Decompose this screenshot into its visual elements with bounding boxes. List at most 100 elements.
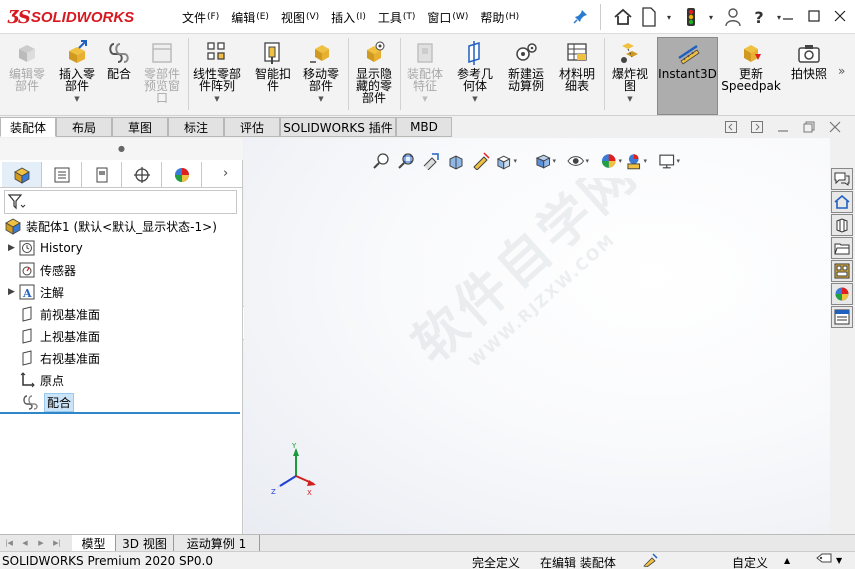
- solidworks-logo[interactable]: ƷS SOLIDWORKS: [8, 7, 134, 28]
- custom-properties-tab[interactable]: [831, 306, 853, 328]
- dropdown-arrow-icon[interactable]: ▾: [552, 157, 556, 165]
- tab-evaluate[interactable]: 评估: [224, 117, 280, 137]
- tree-item-mates[interactable]: 配合: [22, 392, 75, 412]
- tab-display-manager[interactable]: [162, 162, 202, 187]
- smart-fasteners-button[interactable]: 智能扣 件: [250, 36, 296, 116]
- traffic-light-icon[interactable]: [680, 6, 702, 28]
- tag-dropdown-icon[interactable]: ▼: [836, 556, 842, 565]
- tab-property-manager[interactable]: [42, 162, 82, 187]
- dropdown-arrow-icon[interactable]: ▼: [627, 95, 632, 103]
- hide-show-items-button[interactable]: ▾: [567, 151, 589, 171]
- new-document-icon[interactable]: [638, 6, 660, 28]
- apply-scene-button[interactable]: ▾: [625, 151, 647, 171]
- prev-tab-icon[interactable]: ◀: [18, 537, 32, 549]
- help-icon[interactable]: ?: [748, 6, 770, 28]
- tab-dimxpert-manager[interactable]: [122, 162, 162, 187]
- menu-tools[interactable]: 工具 (T): [372, 0, 422, 34]
- menu-help[interactable]: 帮助 (H): [474, 0, 525, 34]
- move-component-button[interactable]: 移动零 部件 ▼: [298, 36, 344, 116]
- previous-view-icon[interactable]: [720, 118, 742, 136]
- tree-item-annotations[interactable]: ▶ A 注解: [8, 282, 64, 302]
- linear-pattern-button[interactable]: 线性零部 件阵列 ▼: [190, 36, 244, 116]
- tree-item-sensors[interactable]: 传感器: [18, 260, 76, 280]
- user-icon[interactable]: [722, 6, 744, 28]
- edit-appearance-button[interactable]: ▾: [600, 151, 622, 171]
- dropdown-arrow-icon[interactable]: ▼: [318, 95, 323, 103]
- expand-arrow-icon[interactable]: ▶: [8, 287, 18, 297]
- units-dropdown-icon[interactable]: ▲: [784, 556, 790, 565]
- view-palette-tab[interactable]: [831, 260, 853, 282]
- tab-layout[interactable]: 布局: [56, 117, 112, 137]
- view-orientation-button[interactable]: ▾: [495, 151, 517, 171]
- expand-arrow-icon[interactable]: ▶: [8, 243, 18, 253]
- pin-menu-icon[interactable]: [573, 8, 589, 24]
- tree-root-assembly[interactable]: 装配体1 (默认<默认_显示状态-1>): [4, 216, 217, 236]
- next-tab-icon[interactable]: ▶: [34, 537, 48, 549]
- new-dropdown-icon[interactable]: ▾: [664, 6, 674, 28]
- tab-configuration-manager[interactable]: [82, 162, 122, 187]
- zoom-to-fit-button[interactable]: [370, 151, 392, 171]
- rebuild-dropdown-icon[interactable]: ▾: [706, 6, 716, 28]
- menu-view[interactable]: 视图 (V): [275, 0, 325, 34]
- tree-item-history[interactable]: ▶ History: [8, 238, 83, 258]
- dropdown-arrow-icon[interactable]: ▼: [214, 95, 219, 103]
- design-library-tab[interactable]: [831, 214, 853, 236]
- close-icon[interactable]: [827, 3, 853, 29]
- ribbon-more-icon[interactable]: »: [838, 64, 845, 78]
- tree-item-front-plane[interactable]: 前视基准面: [18, 304, 100, 324]
- exploded-view-button[interactable]: 爆炸视 图 ▼: [606, 36, 654, 116]
- next-view-icon[interactable]: [746, 118, 768, 136]
- dropdown-arrow-icon[interactable]: ▼: [422, 95, 427, 103]
- dropdown-arrow-icon[interactable]: ▼: [472, 95, 477, 103]
- panel-expand-icon[interactable]: ›: [223, 166, 228, 181]
- dropdown-arrow-icon[interactable]: ▾: [643, 157, 647, 165]
- tab-markup[interactable]: 标注: [168, 117, 224, 137]
- tree-item-top-plane[interactable]: 上视基准面: [18, 326, 100, 346]
- show-hidden-components-button[interactable]: 显示隐 藏的零 部件: [350, 36, 398, 116]
- minimize-icon[interactable]: [775, 3, 801, 29]
- display-style-button[interactable]: ▾: [534, 151, 556, 171]
- appearances-tab[interactable]: [831, 283, 853, 305]
- tree-filter[interactable]: [4, 190, 237, 214]
- reference-geometry-button[interactable]: 参考几 何体 ▼: [452, 36, 498, 116]
- tree-item-origin[interactable]: 原点: [18, 370, 64, 390]
- tab-solidworks-addins[interactable]: SOLIDWORKS 插件: [280, 117, 396, 137]
- solidworks-resources-tab[interactable]: [831, 168, 853, 190]
- maximize-icon[interactable]: [801, 3, 827, 29]
- instant3d-button[interactable]: Instant3D: [657, 36, 718, 116]
- tab-sketch[interactable]: 草图: [112, 117, 168, 137]
- dropdown-arrow-icon[interactable]: ▾: [618, 157, 622, 165]
- zoom-to-area-button[interactable]: [395, 151, 417, 171]
- tab-assembly[interactable]: 装配体: [0, 117, 56, 137]
- tag-icon[interactable]: [816, 553, 832, 569]
- mate-button[interactable]: 配合: [104, 36, 134, 116]
- tab-3d-view[interactable]: 3D 视图: [116, 535, 174, 552]
- menu-edit[interactable]: 编辑 (E): [225, 0, 275, 34]
- doc-restore-icon[interactable]: [798, 118, 820, 136]
- update-speedpak-button[interactable]: 更新 Speedpak: [721, 36, 781, 116]
- dropdown-arrow-icon[interactable]: ▾: [513, 157, 517, 165]
- take-snapshot-button[interactable]: 拍快照: [784, 36, 834, 116]
- previous-view-button[interactable]: [420, 151, 442, 171]
- insert-component-button[interactable]: 插入零 部件 ▼: [54, 36, 100, 116]
- home-tab[interactable]: [831, 191, 853, 213]
- menu-insert[interactable]: 插入 (I): [325, 0, 372, 34]
- last-tab-icon[interactable]: ▶|: [50, 537, 64, 549]
- section-view-button[interactable]: [445, 151, 467, 171]
- dropdown-arrow-icon[interactable]: ▾: [676, 157, 680, 165]
- file-explorer-tab[interactable]: [831, 237, 853, 259]
- rollback-bar[interactable]: [0, 412, 240, 414]
- dropdown-arrow-icon[interactable]: ▾: [585, 157, 589, 165]
- tab-mbd[interactable]: MBD: [396, 117, 452, 137]
- tree-item-right-plane[interactable]: 右视基准面: [18, 348, 100, 368]
- edit-component-button[interactable]: 编辑零 部件: [4, 36, 50, 116]
- units-selector[interactable]: 自定义: [732, 554, 768, 569]
- bill-of-materials-button[interactable]: 材料明 细表: [554, 36, 600, 116]
- new-motion-study-button[interactable]: 新建运 动算例: [502, 36, 550, 116]
- first-tab-icon[interactable]: |◀: [2, 537, 16, 549]
- component-preview-button[interactable]: 零部件 预览窗 口: [138, 36, 186, 116]
- assembly-features-button[interactable]: 装配体 特征 ▼: [402, 36, 448, 116]
- tab-motion-study-1[interactable]: 运动算例 1: [174, 535, 260, 552]
- doc-minimize-icon[interactable]: [772, 118, 794, 136]
- panel-grip[interactable]: ●: [0, 138, 243, 160]
